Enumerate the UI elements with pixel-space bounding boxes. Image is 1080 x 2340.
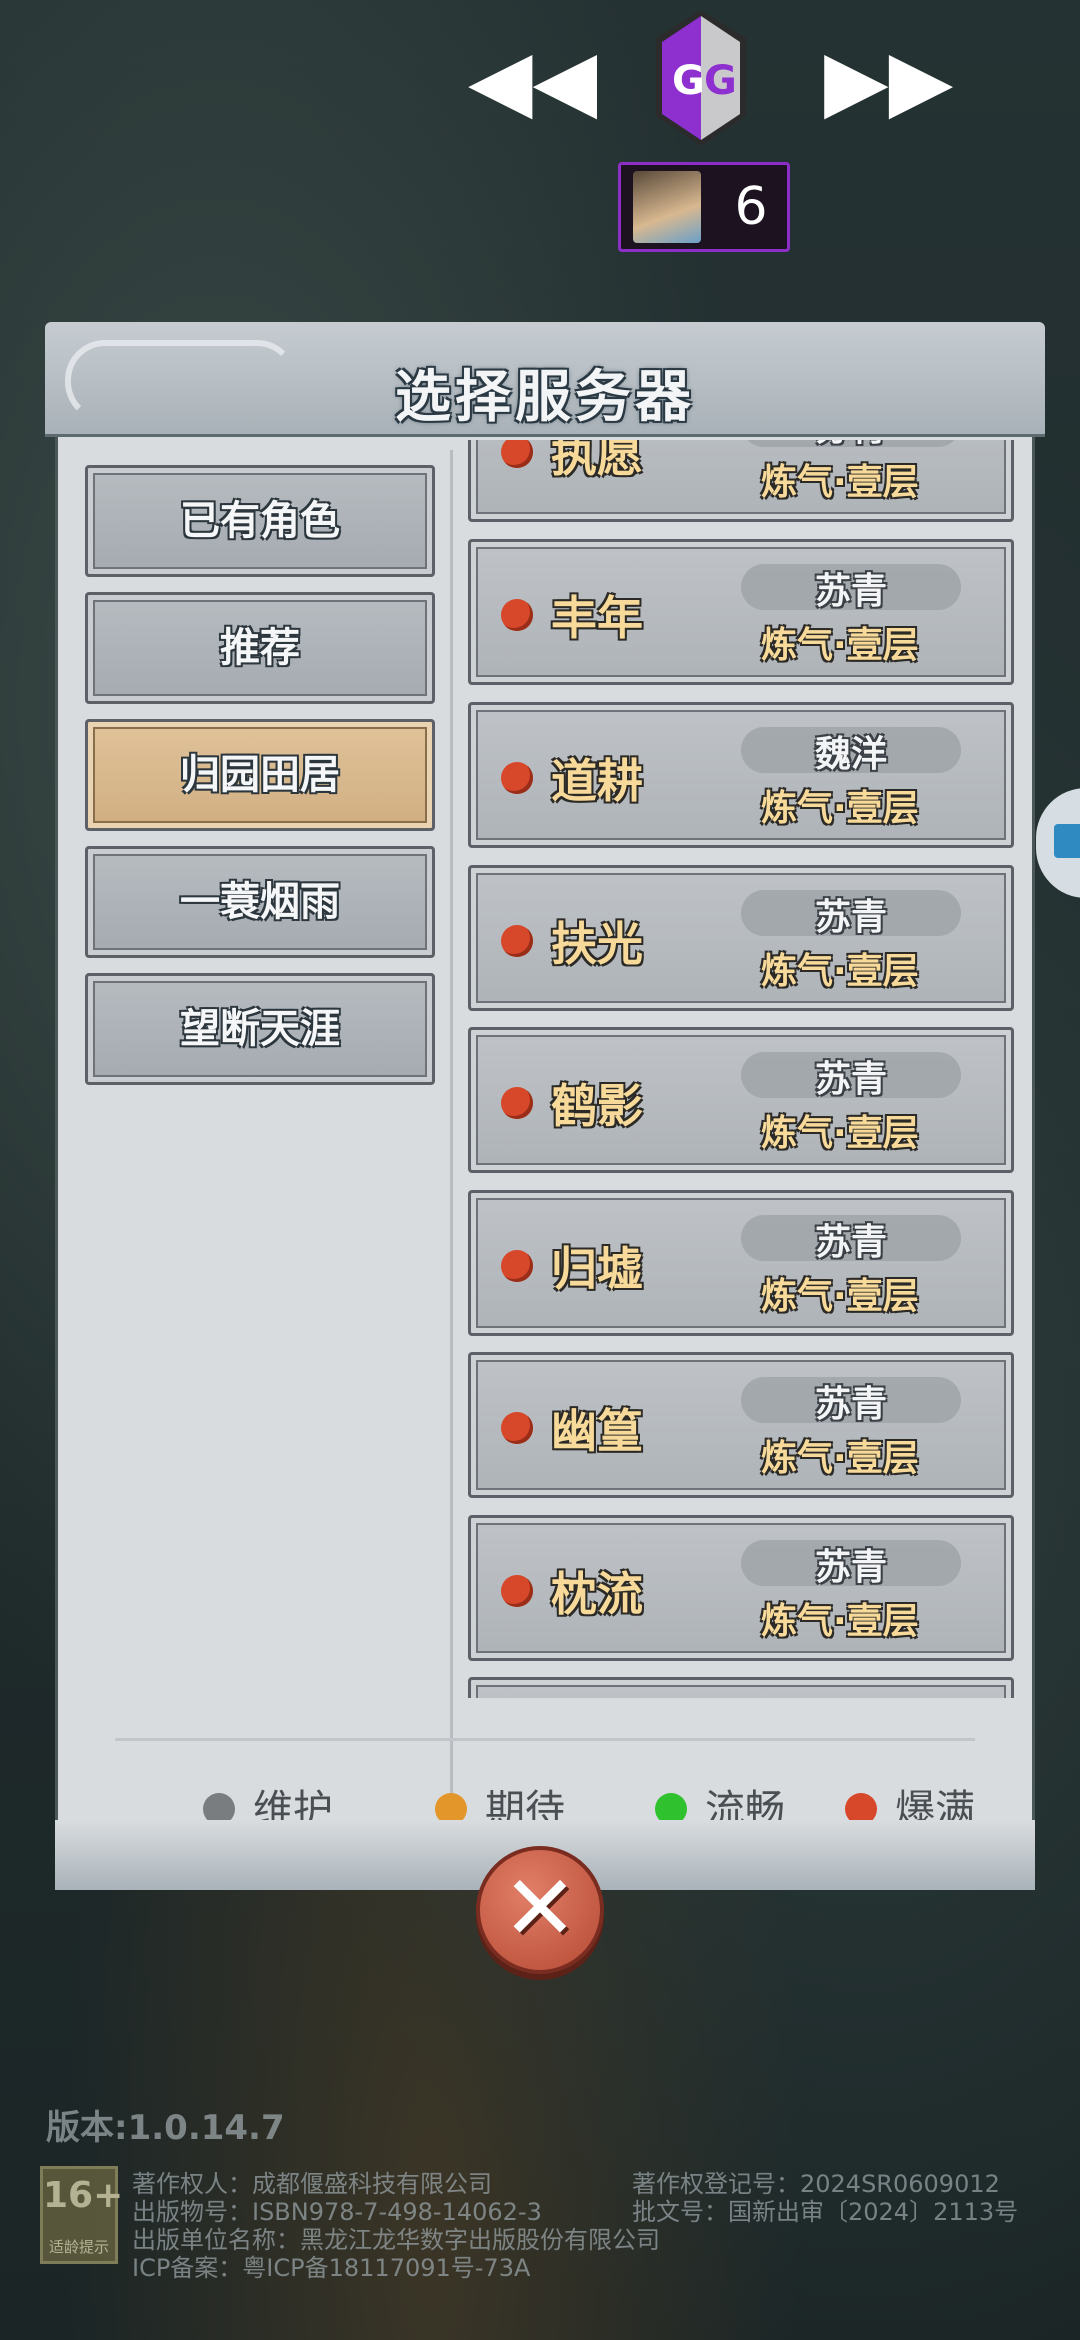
- server-role-level: 炼气·壹层: [761, 1276, 919, 1317]
- status-dot-full: [501, 762, 533, 794]
- server-role-name: 苏青: [814, 1222, 887, 1263]
- server-card[interactable]: 扶光 苏青 炼气·壹层: [468, 865, 1014, 1011]
- panel-title: 选择服务器: [395, 365, 695, 430]
- status-dot-full: [501, 925, 533, 957]
- status-dot-full: [501, 440, 533, 468]
- close-button[interactable]: ✕: [476, 1846, 604, 1974]
- cube-icon: [1054, 824, 1080, 858]
- category-recommended[interactable]: 推荐: [85, 592, 435, 704]
- copyright-info: 版本:1.0.14.7 16+ 适龄提示 著作权人：成都偃盛科技有限公司 著作权…: [40, 2100, 1080, 2340]
- server-role-name: 苏青: [814, 1547, 887, 1588]
- process-count: 6: [734, 177, 768, 237]
- server-role-name: 魏洋: [814, 734, 887, 775]
- svg-text:G: G: [672, 58, 705, 104]
- server-name: 枕流: [551, 1567, 643, 1621]
- server-role-level: 炼气·壹层: [761, 1601, 919, 1642]
- category-yisuoyanyu[interactable]: 一蓑烟雨: [85, 846, 435, 958]
- server-name: 执愿: [551, 440, 643, 482]
- server-role-level: 炼气·壹层: [761, 625, 919, 666]
- server-list[interactable]: 执愿 苏青 炼气·壹层 丰年 苏青 炼气·壹层 道耕 魏洋 炼气·壹层 扶光 苏…: [468, 440, 1016, 1698]
- server-card[interactable]: 幽篁 苏青 炼气·壹层: [468, 1352, 1014, 1498]
- status-dot-full: [501, 1250, 533, 1282]
- legend-divider: [115, 1738, 975, 1741]
- server-name: 丰年: [551, 591, 643, 645]
- server-role-name: 苏青: [814, 1059, 887, 1100]
- category-wangduantianya[interactable]: 望断天涯: [85, 973, 435, 1085]
- server-name: 归墟: [551, 1242, 643, 1296]
- server-name: 幽篁: [551, 1404, 643, 1458]
- server-role-level: 炼气·壹层: [761, 462, 919, 503]
- status-dot-full: [501, 1087, 533, 1119]
- approval-number: 批文号：国新出审〔2024〕2113号: [632, 2198, 1019, 2226]
- server-select-panel: 选择服务器 已有角色 推荐 归园田居 一蓑烟雨 望断天涯 执愿 苏青 炼气·壹层…: [45, 322, 1045, 1890]
- svg-text:G: G: [704, 58, 737, 104]
- server-role-name: 苏青: [814, 897, 887, 938]
- server-card[interactable]: 执愿 苏青 炼气·壹层: [468, 440, 1014, 522]
- category-list: 已有角色 推荐 归园田居 一蓑烟雨 望断天涯: [85, 465, 435, 1100]
- panel-header: 选择服务器: [45, 322, 1045, 437]
- server-role-name: 苏青: [814, 1384, 887, 1425]
- version-label: 版本:1.0.14.7: [46, 2108, 285, 2148]
- status-dot-full: [501, 1575, 533, 1607]
- server-name: 鹤影: [551, 1079, 643, 1133]
- gg-overlay: ◀◀ G G ▶▶ 6: [0, 0, 1080, 260]
- column-divider: [450, 450, 453, 1810]
- status-dot-full: [501, 599, 533, 631]
- double-arrow-right-icon[interactable]: ▶▶: [824, 38, 953, 122]
- category-existing-roles[interactable]: 已有角色: [85, 465, 435, 577]
- gg-process-counter[interactable]: 6: [618, 162, 790, 252]
- server-card[interactable]: 鹤影 苏青 炼气·壹层: [468, 1027, 1014, 1173]
- server-role-level: 炼气·壹层: [761, 788, 919, 829]
- server-card[interactable]: 道耕 魏洋 炼气·壹层: [468, 702, 1014, 848]
- server-role-level: 炼气·壹层: [761, 951, 919, 992]
- status-dot-full: [501, 1412, 533, 1444]
- server-card[interactable]: 丰年 苏青 炼气·壹层: [468, 539, 1014, 685]
- server-card[interactable]: 归墟 苏青 炼气·壹层: [468, 1190, 1014, 1336]
- server-role-level: 炼气·壹层: [761, 1113, 919, 1154]
- server-card[interactable]: 枕流 苏青 炼气·壹层: [468, 1515, 1014, 1661]
- age-rating-badge[interactable]: 16+ 适龄提示: [40, 2166, 123, 2264]
- gg-logo-icon[interactable]: G G: [642, 6, 760, 150]
- double-arrow-left-icon[interactable]: ◀◀: [468, 38, 597, 122]
- server-role-level: 炼气·壹层: [761, 1438, 919, 1479]
- server-role-name: 苏青: [814, 571, 887, 612]
- close-x-icon: ✕: [502, 1856, 578, 1961]
- server-role-name: 苏青: [741, 440, 961, 451]
- server-name: 扶光: [551, 917, 643, 971]
- server-card-partial[interactable]: [468, 1677, 1014, 1698]
- server-name: 道耕: [551, 754, 643, 808]
- icp-record: ICP备案：粤ICP备18117091号-73A: [132, 2254, 531, 2282]
- category-guiyuantianju[interactable]: 归园田居: [85, 719, 435, 831]
- avatar: [633, 171, 701, 243]
